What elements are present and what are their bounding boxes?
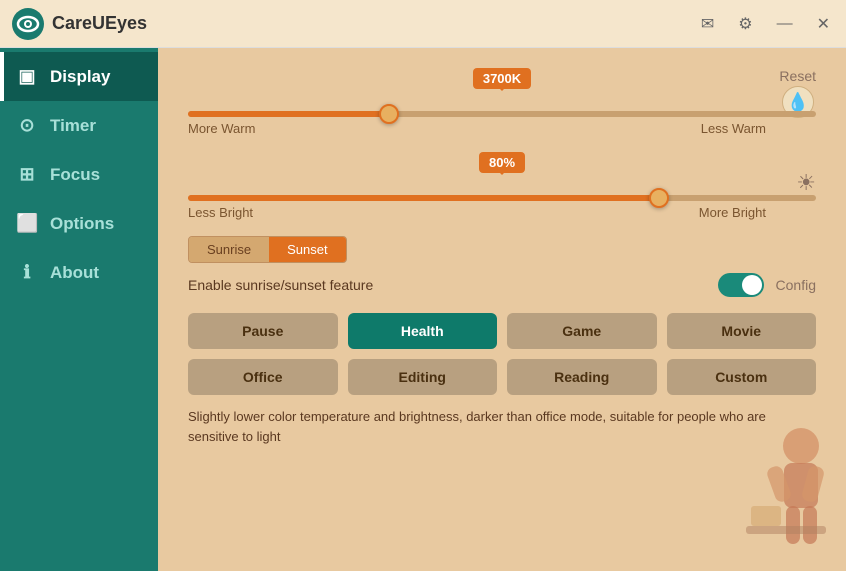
sunrise-tabs: Sunrise Sunset [188,236,347,263]
preset-custom[interactable]: Custom [667,359,817,395]
main-layout: ▣ Display ⊙ Timer ⊞ Focus ⬜ Options ℹ Ab… [0,48,846,571]
brightness-slider-wrapper: ☀ [188,195,816,201]
display-icon: ▣ [16,66,38,87]
focus-icon: ⊞ [16,164,38,185]
temperature-slider-section: 3700K More Warm Less Warm [188,68,816,136]
sidebar-label-display: Display [50,67,110,87]
brightness-thumb[interactable] [649,188,669,208]
options-icon: ⬜ [16,213,38,234]
preset-movie[interactable]: Movie [667,313,817,349]
sidebar-item-options[interactable]: ⬜ Options [0,199,158,248]
temp-label-left: More Warm [188,121,255,136]
preset-row-1: Pause Health Game Movie [188,313,816,349]
email-button[interactable]: ✉ [697,10,718,38]
preset-game[interactable]: Game [507,313,657,349]
sidebar-item-timer[interactable]: ⊙ Timer [0,101,158,150]
title-bar-left: CareUEyes [12,8,697,40]
preset-editing[interactable]: Editing [348,359,498,395]
brightness-track[interactable] [188,195,816,201]
sunset-tab[interactable]: Sunset [269,237,345,262]
sunrise-tab[interactable]: Sunrise [189,237,269,262]
sidebar-label-about: About [50,263,99,283]
sidebar-item-display[interactable]: ▣ Display [0,52,158,101]
sunrise-section: Sunrise Sunset Enable sunrise/sunset fea… [188,236,816,297]
sidebar-item-focus[interactable]: ⊞ Focus [0,150,158,199]
temperature-bubble: 3700K [473,68,531,89]
brightness-fill [188,195,659,201]
config-link[interactable]: Config [776,277,816,293]
sidebar-item-about[interactable]: ℹ About [0,248,158,297]
temperature-labels: More Warm Less Warm [188,121,766,136]
sidebar: ▣ Display ⊙ Timer ⊞ Focus ⬜ Options ℹ Ab… [0,48,158,571]
timer-icon: ⊙ [16,115,38,136]
brightness-bubble: 80% [479,152,525,173]
temp-label-right: Less Warm [701,121,766,136]
temperature-fill [188,111,389,117]
temperature-thumb[interactable] [379,104,399,124]
reset-link[interactable]: Reset [779,68,816,84]
temperature-track[interactable] [188,111,816,117]
toggle-thumb [742,275,762,295]
minimize-button[interactable]: — [773,11,797,37]
brightness-labels: Less Bright More Bright [188,205,766,220]
preset-reading[interactable]: Reading [507,359,657,395]
title-bar: CareUEyes ✉ ⚙ — ✕ [0,0,846,48]
presets-section: Pause Health Game Movie Office Editing R… [188,313,816,395]
preset-row-2: Office Editing Reading Custom [188,359,816,395]
sunrise-toggle-label: Enable sunrise/sunset feature [188,277,373,293]
sidebar-label-options: Options [50,214,114,234]
app-logo-icon [12,8,44,40]
preset-office[interactable]: Office [188,359,338,395]
sidebar-label-focus: Focus [50,165,100,185]
app-title: CareUEyes [52,13,147,34]
about-icon: ℹ [16,262,38,283]
content-area: Reset 💧 3700K More Warm Less Warm 80% [158,48,846,571]
temperature-slider-wrapper [188,111,816,117]
title-bar-controls: ✉ ⚙ — ✕ [697,10,834,38]
brightness-slider-section: 80% ☀ Less Bright More Bright [188,152,816,220]
bright-label-right: More Bright [699,205,766,220]
sunrise-toggle-switch[interactable] [718,273,764,297]
brightness-icon: ☀ [796,170,816,196]
preset-health[interactable]: Health [348,313,498,349]
description-text: Slightly lower color temperature and bri… [188,407,816,446]
sunrise-toggle-row: Enable sunrise/sunset feature Config [188,273,816,297]
toggle-config: Config [718,273,816,297]
bright-label-left: Less Bright [188,205,253,220]
sidebar-label-timer: Timer [50,116,96,136]
preset-pause[interactable]: Pause [188,313,338,349]
settings-button[interactable]: ⚙ [734,10,756,38]
close-button[interactable]: ✕ [813,10,834,38]
